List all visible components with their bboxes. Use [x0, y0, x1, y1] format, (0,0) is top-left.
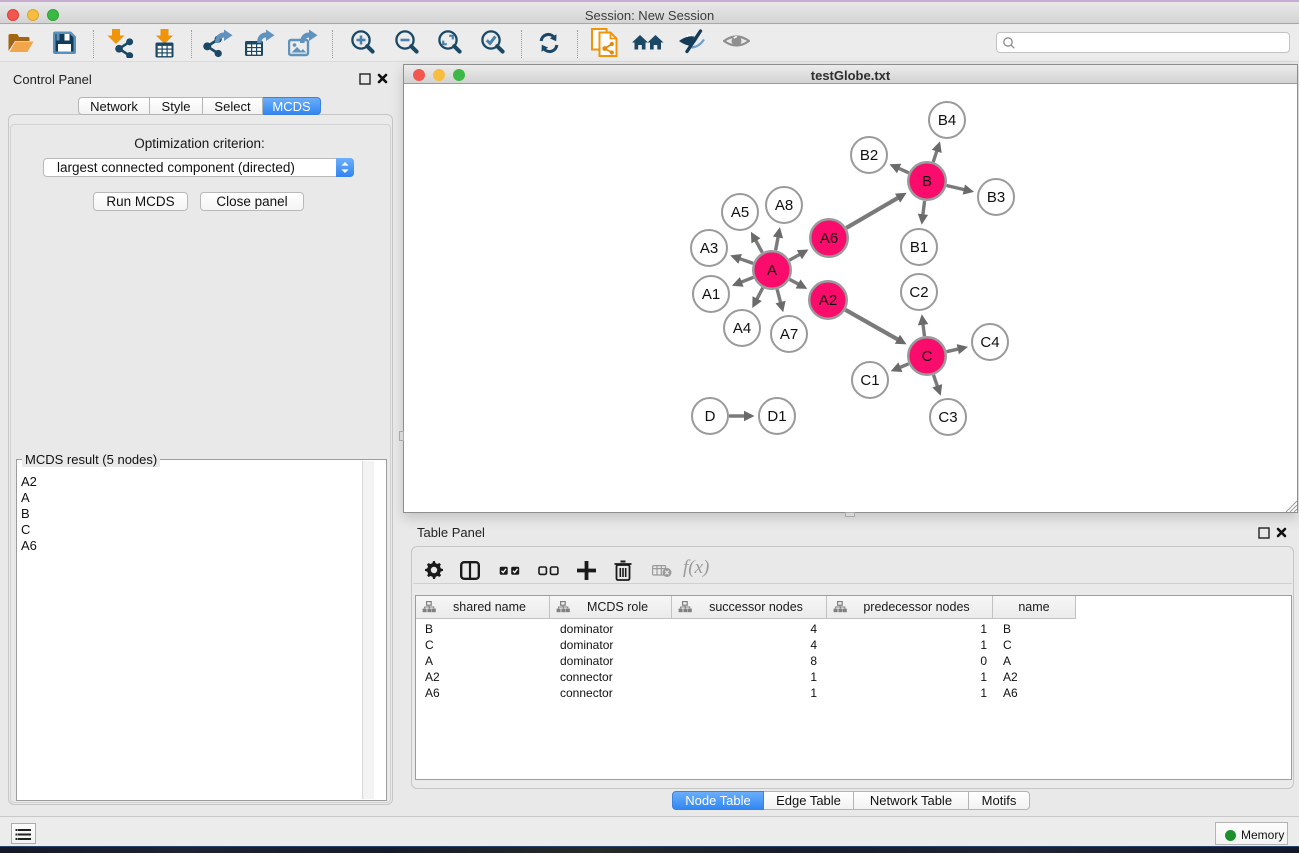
svg-text:A7: A7	[780, 326, 798, 343]
svg-text:A6: A6	[820, 230, 838, 247]
svg-text:D: D	[705, 408, 716, 425]
svg-text:B4: B4	[938, 112, 956, 129]
svg-text:B: B	[922, 173, 932, 190]
svg-text:C1: C1	[860, 372, 879, 389]
svg-text:A1: A1	[702, 286, 720, 303]
svg-text:B1: B1	[910, 239, 928, 256]
svg-text:A3: A3	[700, 240, 718, 257]
svg-text:B3: B3	[987, 189, 1005, 206]
svg-text:A2: A2	[819, 292, 837, 309]
svg-text:A: A	[767, 262, 777, 279]
svg-text:A5: A5	[731, 204, 749, 221]
svg-text:A8: A8	[775, 197, 793, 214]
svg-text:C3: C3	[938, 409, 957, 426]
svg-text:C2: C2	[909, 284, 928, 301]
svg-text:B2: B2	[860, 147, 878, 164]
svg-text:D1: D1	[767, 408, 786, 425]
svg-text:C4: C4	[980, 334, 999, 351]
svg-text:C: C	[922, 348, 933, 365]
svg-text:A4: A4	[733, 320, 751, 337]
